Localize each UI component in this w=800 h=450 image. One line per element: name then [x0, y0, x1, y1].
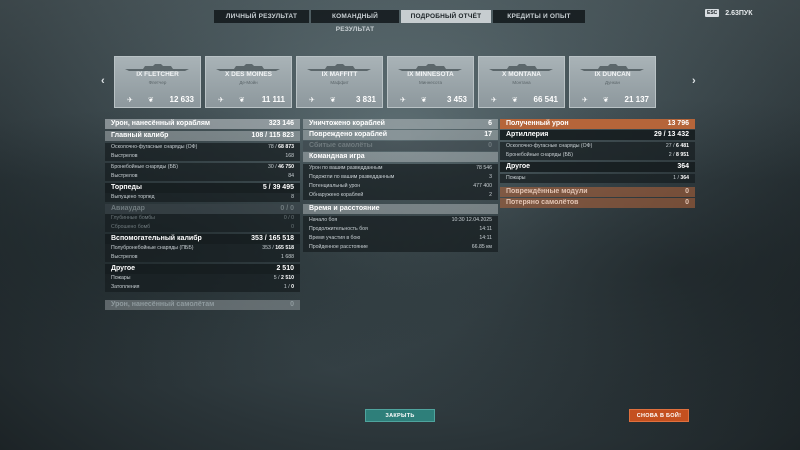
spotted-fires-row: Подожгли по вашим разведданным 3 [303, 173, 498, 182]
ship-silhouette-icon [307, 64, 371, 71]
ship-damage-value: 11 111 [261, 95, 285, 104]
ap-shots-row: Выстрелов 84 [105, 172, 300, 181]
tab-team-result[interactable]: КОМАНДНЫЙ РЕЗУЛЬТАТ [311, 10, 399, 33]
result-tabs: ЛИЧНЫЙ РЕЗУЛЬТАТ КОМАНДНЫЙ РЕЗУЛЬТАТ ПОД… [214, 10, 585, 33]
ship-card[interactable]: IX MINNESOTA Миннесота ✈ ❦ 3 453 [387, 56, 474, 108]
ships-damaged-header: Повреждено кораблей 17 [303, 130, 498, 140]
laurel-icon: ❦ [603, 97, 609, 104]
ship-name: X MONTANA [502, 71, 541, 78]
air-strike-header: Авиаудар 0 / 0 [105, 204, 300, 214]
main-caliber-header: Главный калибр 108 / 115 823 [105, 131, 300, 141]
ship-subname: Монтана [512, 80, 531, 85]
ship-subname: Дункан [605, 80, 620, 85]
ship-card[interactable]: IX MAFFITT Маффит ✈ ❦ 3 831 [296, 56, 383, 108]
he-shells-row: Осколочно-фугасные снаряды (ОФ) 78 / 68 … [105, 143, 300, 152]
planes-shot-header: Сбитые самолёты 0 [303, 141, 498, 151]
received-he-row: Осколочно-фугасные снаряды (ОФ) 27 / 6 4… [500, 142, 695, 151]
team-play-header: Командная игра [303, 152, 498, 162]
laurel-icon: ❦ [512, 97, 518, 104]
time-alive-row: Время участия в бою 14:11 [303, 234, 498, 243]
close-button[interactable]: ЗАКРЫТЬ [365, 409, 435, 422]
laurel-icon: ❦ [421, 97, 427, 104]
damage-dealt-panel: Урон, нанесённый кораблям 323 146 Главный… [105, 119, 300, 310]
ship-silhouette-icon [216, 64, 280, 71]
potential-damage-row: Потенциальный урон 477 400 [303, 182, 498, 191]
chevron-right-icon[interactable]: › [692, 75, 696, 87]
battle-duration-row: Продолжительность боя 14:11 [303, 225, 498, 234]
ship-card[interactable]: IX DUNCAN Дункан ✈ ❦ 21 137 [569, 56, 656, 108]
floods-row: Затопления 1 / 0 [105, 283, 300, 292]
received-other-header: Другое 364 [500, 162, 695, 172]
laurel-icon: ❦ [148, 97, 154, 104]
ship-name: IX MAFFITT [321, 71, 358, 78]
damage-received-header: Полученный урон 13 796 [500, 119, 695, 129]
ship-name: IX FLETCHER [136, 71, 179, 78]
chevron-left-icon[interactable]: ‹ [101, 75, 105, 87]
ship-card[interactable]: X MONTANA Монтана ✈ ❦ 66 541 [478, 56, 565, 108]
tab-credits-xp[interactable]: КРЕДИТЫ И ОПЫТ [493, 10, 585, 23]
ship-silhouette-icon [580, 64, 644, 71]
plane-icon: ✈ [582, 97, 588, 104]
artillery-header: Артиллерия 29 / 13 432 [500, 130, 695, 140]
other-damage-header: Другое 2 510 [105, 264, 300, 274]
ship-damage-value: 3 831 [355, 95, 376, 104]
spotting-damage-row: Урон по вашим разведданным 78 546 [303, 164, 498, 173]
damage-dealt-header: Урон, нанесённый кораблям 323 146 [105, 119, 300, 129]
planes-lost-header: Потеряно самолётов 0 [500, 198, 695, 208]
corner-value: 2.63ПУК [725, 9, 753, 17]
battle-start-row: Начало боя 10:30 12.04.2025 [303, 216, 498, 225]
ship-subname: Де-Мойн [239, 80, 258, 85]
laurel-icon: ❦ [330, 97, 336, 104]
torpedoes-launched-row: Выпущено торпед 8 [105, 193, 300, 202]
secondary-caliber-header: Вспомогательный калибр 353 / 165 518 [105, 234, 300, 244]
ships-spotted-row: Обнаружено кораблей 2 [303, 191, 498, 200]
ship-card[interactable]: X DES MOINES Де-Мойн ✈ ❦ 11 111 [205, 56, 292, 108]
ship-name: IX MINNESOTA [407, 71, 454, 78]
fires-row: Пожары 5 / 2 510 [105, 274, 300, 283]
ships-destroyed-header: Уничтожено кораблей 6 [303, 119, 498, 129]
battle-again-button[interactable]: СНОВА В БОЙ! [629, 409, 689, 422]
received-fires-row: Пожары 1 / 364 [500, 174, 695, 183]
top-right-corner: ESC 2.63ПУК [705, 9, 753, 17]
distance-row: Пройденное расстояние 66.85 км [303, 243, 498, 252]
ship-silhouette-icon [489, 64, 553, 71]
damage-received-panel: Полученный урон 13 796 Артиллерия 29 / 13… [500, 119, 695, 208]
ship-silhouette-icon [125, 64, 189, 71]
tab-personal-result[interactable]: ЛИЧНЫЙ РЕЗУЛЬТАТ [214, 10, 309, 23]
ship-name: X DES MOINES [225, 71, 272, 78]
ship-damage-value: 12 633 [169, 95, 194, 104]
ship-card[interactable]: IX FLETCHER Флетчер ✈ ❦ 12 633 [114, 56, 201, 108]
ship-damage-value: 3 453 [446, 95, 467, 104]
plane-icon: ✈ [218, 97, 224, 104]
damaged-modules-header: Повреждённые модули 0 [500, 187, 695, 197]
team-play-panel: Уничтожено кораблей 6 Повреждено кораблей… [303, 119, 498, 252]
plane-icon: ✈ [309, 97, 315, 104]
ship-name: IX DUNCAN [594, 71, 631, 78]
depth-bombs-row: Глубинные бомбы 0 / 0 [105, 214, 300, 223]
planes-damage-header: Урон, нанесённый самолётам 0 [105, 300, 300, 310]
ship-damage-value: 21 137 [624, 95, 649, 104]
ship-silhouette-icon [398, 64, 462, 71]
sap-shells-row: Полубронебойные снаряды (ПББ) 353 / 165 … [105, 244, 300, 253]
ship-subname: Маффит [330, 80, 349, 85]
received-ap-row: Бронебойные снаряды (ББ) 2 / 8 951 [500, 151, 695, 160]
ship-subname: Флетчер [148, 80, 167, 85]
plane-icon: ✈ [491, 97, 497, 104]
esc-key-badge[interactable]: ESC [705, 9, 720, 17]
laurel-icon: ❦ [239, 97, 245, 104]
plane-icon: ✈ [400, 97, 406, 104]
plane-icon: ✈ [127, 97, 133, 104]
tab-detailed-report[interactable]: ПОДРОБНЫЙ ОТЧЁТ [401, 10, 491, 23]
ship-damage-value: 66 541 [533, 95, 558, 104]
dropped-bombs-row: Сброшено бомб 0 [105, 223, 300, 232]
he-shots-row: Выстрелов 168 [105, 152, 300, 161]
time-distance-header: Время и расстояние [303, 204, 498, 214]
sap-shots-row: Выстрелов 1 688 [105, 253, 300, 262]
ap-shells-row: Бронебойные снаряды (ББ) 30 / 46 750 [105, 163, 300, 172]
torpedoes-header: Торпеды 5 / 39 495 [105, 183, 300, 193]
ship-subname: Миннесота [419, 80, 442, 85]
